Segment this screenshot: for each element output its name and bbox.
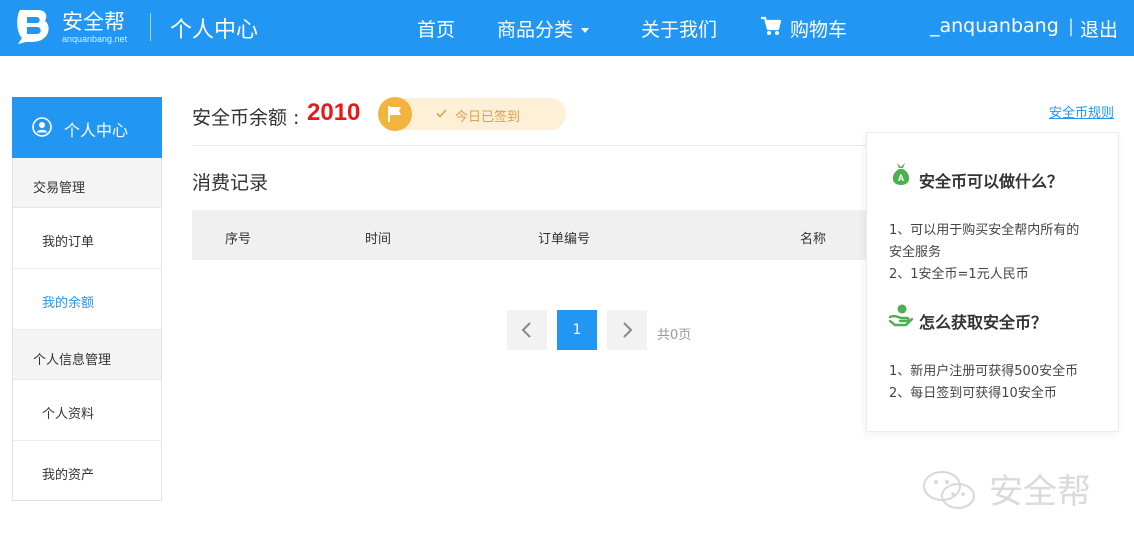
shopping-cart-icon[interactable] [760,16,782,36]
logout-link[interactable]: 退出 [1080,15,1118,42]
caret-down-icon [581,28,590,33]
chevron-right-icon [623,322,633,338]
next-page-button[interactable] [607,310,647,350]
info-heading-earn: 怎么获取安全币？ [919,313,1048,332]
logo-subtitle: anquanbang.net [62,34,128,44]
column-header-index[interactable]: 序号 [225,228,251,247]
balance-label: 安全币余额 : [192,107,300,129]
prev-page-button[interactable] [507,310,547,350]
info-usage-line-3: 2、1安全币=1元人民币 [889,267,1029,282]
coin-info-panel: A 安全币可以做什么？ 1、可以用于购买安全帮内所有的 安全服务 2、1安全币=… [866,132,1119,432]
header-separator: | [1068,16,1075,37]
info-earn-line-1: 1、新用户注册可获得500安全币 [889,364,1079,379]
page-total: 共0页 [657,328,692,343]
checkin-button[interactable] [378,97,412,131]
info-usage-line-1: 1、可以用于购买安全帮内所有的 [889,223,1080,238]
watermark-text: 安全帮 [989,472,1091,512]
chevron-left-icon [521,322,531,338]
wechat-watermark-icon [923,471,975,509]
sidebar-item-my-orders[interactable]: 我的订单 [13,208,161,269]
sidebar: 个人中心 交易管理 我的订单 我的余额 个人信息管理 个人资料 我的资产 [12,97,162,501]
nav-home[interactable]: 首页 [417,15,455,42]
page-title: 个人中心 [170,18,259,43]
info-earn-line-2: 2、每日签到可获得10安全币 [889,386,1057,401]
column-header-order-number[interactable]: 订单编号 [538,228,590,247]
sidebar-group-trade: 交易管理 [13,158,161,208]
column-header-name[interactable]: 名称 [800,228,826,247]
nav-categories[interactable]: 商品分类 [497,15,590,42]
divider [192,145,867,146]
sidebar-header[interactable]: 个人中心 [12,97,162,158]
hand-coin-icon [889,304,913,327]
records-table-header: 序号 时间 订单编号 名称 [192,210,868,260]
money-bag-icon: A [892,163,910,185]
check-icon [436,109,447,118]
svg-text:A: A [898,173,905,183]
sidebar-item-my-balance[interactable]: 我的余额 [13,269,161,330]
balance-value: 2010 [307,99,361,126]
info-usage-line-2: 安全服务 [889,245,942,260]
sidebar-title: 个人中心 [64,121,129,140]
logo-icon[interactable] [12,6,54,48]
sidebar-group-profile: 个人信息管理 [13,330,161,380]
logo-name[interactable]: 安全帮 [62,6,125,36]
header-divider [150,13,151,41]
column-header-time[interactable]: 时间 [365,228,391,247]
username-link[interactable]: _anquanbang [930,15,1059,37]
nav-about[interactable]: 关于我们 [641,15,717,42]
nav-cart[interactable]: 购物车 [790,15,847,42]
nav-categories-label: 商品分类 [497,19,574,41]
user-circle-icon [32,117,52,137]
sidebar-item-profile[interactable]: 个人资料 [13,380,161,441]
sidebar-item-assets[interactable]: 我的资产 [13,441,161,502]
signed-in-text: 今日已签到 [455,110,521,125]
top-navbar: 安全帮 anquanbang.net 个人中心 首页 商品分类 关于我们 购物车… [0,0,1134,56]
records-title: 消费记录 [192,172,269,194]
flag-icon [388,106,401,122]
page-1-button[interactable]: 1 [557,310,597,350]
coin-rules-link[interactable]: 安全币规则 [1049,102,1114,121]
info-heading-usage: 安全币可以做什么？ [919,172,1064,191]
